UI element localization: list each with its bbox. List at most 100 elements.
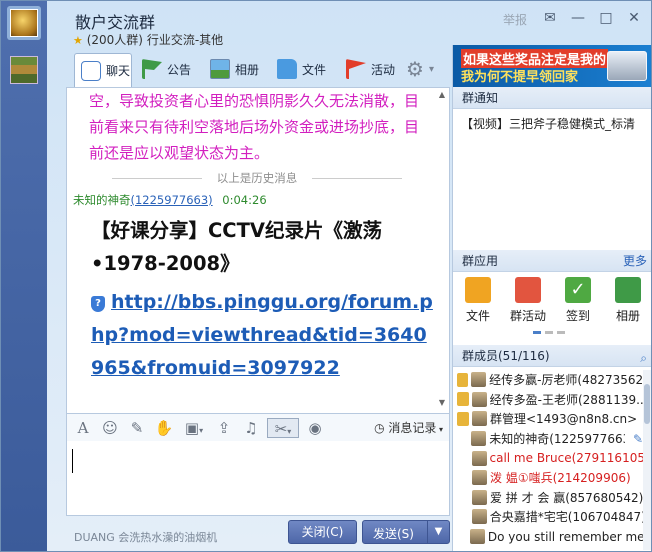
tab-files[interactable]: 文件 <box>277 53 326 85</box>
folder-icon <box>277 59 297 79</box>
message-text: 【好课分享】CCTV纪录片《激荡•1978-2008》 <box>91 219 383 275</box>
minimize-button[interactable]: — <box>569 10 587 26</box>
avatar <box>472 411 487 427</box>
member-row[interactable]: 泼 媪①嗤兵(214209906) <box>453 468 643 488</box>
member-row[interactable]: call me Bruce(279116105) <box>453 448 643 468</box>
input-toolbar: A ☺ ✎ ✋ ▣▾ ⇪ ♫ ✂▾ ◉ ◷ 消息记录 ▾ <box>66 414 450 441</box>
ad-banner[interactable]: 如果这些奖品注定是我的 我为何不提早领回家 <box>453 45 651 87</box>
group-notice-header: 群通知 <box>453 87 651 109</box>
more-icon[interactable]: ◉ <box>304 418 326 438</box>
app-checkin[interactable]: ✓ 签到 <box>554 277 602 324</box>
history-label: 消息记录 <box>388 421 437 435</box>
group-apps-header: 群应用 更多 <box>453 250 651 272</box>
session-item-active[interactable] <box>7 6 41 40</box>
session-item[interactable] <box>7 53 41 87</box>
member-name: 合央嘉措*宅宅(106704847) <box>489 510 643 525</box>
chat-scrollbar[interactable]: ▲ ▼ <box>437 90 447 410</box>
sender-id[interactable]: (1225977663) <box>131 193 213 207</box>
app-label: 签到 <box>565 309 590 323</box>
member-row[interactable]: 经传多赢-厉老师(482735625) <box>453 370 643 390</box>
image-icon[interactable]: ▣▾ <box>180 418 208 438</box>
member-row[interactable]: 经传多盈-王老师(2881139... <box>453 390 643 410</box>
avatar <box>471 391 487 407</box>
member-name: 爱 拼 才 会 赢(857680542) <box>489 490 643 505</box>
group-toolbar: 聊天 公告 相册 文件 活动 ⚙ ▾ <box>74 53 454 87</box>
tab-label: 公告 <box>167 62 192 77</box>
scroll-up-icon[interactable]: ▲ <box>437 90 447 99</box>
app-group-event[interactable]: 群活动 <box>504 277 552 324</box>
scroll-down-icon[interactable]: ▼ <box>437 398 447 407</box>
member-list-scrollbar[interactable] <box>643 370 651 550</box>
event-flag-icon <box>346 59 366 79</box>
close-window-button[interactable]: ✕ <box>625 10 643 26</box>
app-files[interactable]: 文件 <box>454 277 502 324</box>
footer-ad-text[interactable]: DUANG 会洗热水澡的油烟机 <box>74 529 217 545</box>
screenshot-scissors-icon[interactable]: ✂▾ <box>267 417 299 438</box>
magic-wand-icon[interactable]: ✎ <box>126 418 148 438</box>
music-icon[interactable]: ♫ <box>240 418 262 438</box>
gear-icon[interactable]: ⚙ ▾ <box>406 53 434 85</box>
member-row[interactable]: 未知的神奇(1225977663) ✎ <box>453 429 643 449</box>
ad-line-2: 我为何不提早领回家 <box>461 70 579 85</box>
app-photo-album[interactable]: 相册 <box>604 277 651 324</box>
history-separator: 以上是历史消息 <box>72 170 442 186</box>
ad-tablet-image <box>607 51 647 81</box>
member-row[interactable]: 爱 拼 才 会 赢(857680542) <box>453 488 643 508</box>
tab-chat[interactable]: 聊天 <box>74 53 132 87</box>
security-shield-icon: ? <box>91 296 105 312</box>
tab-announcement[interactable]: 公告 <box>142 53 191 85</box>
edit-icon[interactable]: ✎ <box>633 432 643 446</box>
member-name: 群管理<1493@n8n8.cn> <box>490 412 638 427</box>
announcement-flag-icon <box>142 59 162 79</box>
font-icon[interactable]: A <box>72 418 94 438</box>
member-count: (200人群) <box>86 33 143 47</box>
group-members-header: 群成员(51/116) ⌕ <box>453 345 651 369</box>
emoji-icon[interactable]: ☺ <box>99 418 121 438</box>
event-flag-icon <box>515 277 541 303</box>
checkmark-icon: ✓ <box>565 277 591 303</box>
text-caret <box>72 449 73 473</box>
member-name: call me Bruce(279116105) <box>489 451 644 466</box>
send-options-chevron-icon[interactable]: ▼ <box>427 521 449 543</box>
group-category: 行业交流-其他 <box>146 33 224 47</box>
member-name: 未知的神奇(1225977663) <box>489 432 625 447</box>
owner-badge-icon <box>457 372 469 387</box>
photo-album-icon <box>210 59 230 79</box>
maximize-button[interactable]: □ <box>597 10 615 26</box>
message-time: 0:04:26 <box>222 193 267 207</box>
member-row[interactable]: Do you still remember me(25... <box>453 527 643 547</box>
tab-label: 聊天 <box>106 64 131 78</box>
group-notice-text[interactable]: 【视频】三把斧子稳健模式_标清 <box>461 115 635 132</box>
shake-icon[interactable]: ✋ <box>153 418 175 438</box>
clock-icon: ◷ <box>374 421 389 435</box>
tab-events[interactable]: 活动 <box>346 53 395 85</box>
apps-more-link[interactable]: 更多 <box>623 250 647 272</box>
send-button[interactable]: 发送(S) ▼ <box>362 520 450 544</box>
message-link[interactable]: http://bbs.pinggu.org/forum.php?mod=view… <box>91 291 433 379</box>
search-icon[interactable]: ⌕ <box>640 347 647 369</box>
send-label: 发送(S) <box>373 527 414 541</box>
tab-label: 相册 <box>235 62 260 77</box>
scrollbar-thumb[interactable] <box>644 384 650 424</box>
tab-photo-album[interactable]: 相册 <box>210 53 259 85</box>
message-history-button[interactable]: ◷ 消息记录 ▾ <box>374 419 443 436</box>
member-row[interactable]: 合央嘉措*宅宅(106704847) <box>453 507 643 527</box>
chat-message-area: 空，导致投资者心里的恐惧阴影久久无法消散，目前看来只有待利空落地后场外资金或进场… <box>66 87 450 414</box>
upload-icon[interactable]: ⇪ <box>213 418 235 438</box>
avatar <box>471 450 487 466</box>
right-side-panel: 如果这些奖品注定是我的 我为何不提早领回家 群通知 【视频】三把斧子稳健模式_标… <box>452 45 651 551</box>
skin-icon[interactable]: ✉ <box>541 10 559 26</box>
app-label: 文件 <box>465 309 490 323</box>
chat-icon <box>81 60 101 81</box>
avatar <box>471 489 487 505</box>
member-name: 经传多赢-厉老师(482735625) <box>489 373 643 388</box>
admin-badge-icon <box>457 411 469 426</box>
sender-name[interactable]: 未知的神奇 <box>73 193 131 207</box>
message-input[interactable] <box>66 441 450 516</box>
message-sender-line: 未知的神奇(1225977663) 0:04:26 <box>73 192 267 208</box>
avatar <box>471 431 487 447</box>
apps-pager[interactable] <box>533 331 565 334</box>
member-row[interactable]: 群管理<1493@n8n8.cn> <box>453 409 643 429</box>
close-button[interactable]: 关闭(C) <box>288 520 357 544</box>
report-link[interactable]: 举报 <box>503 11 527 28</box>
